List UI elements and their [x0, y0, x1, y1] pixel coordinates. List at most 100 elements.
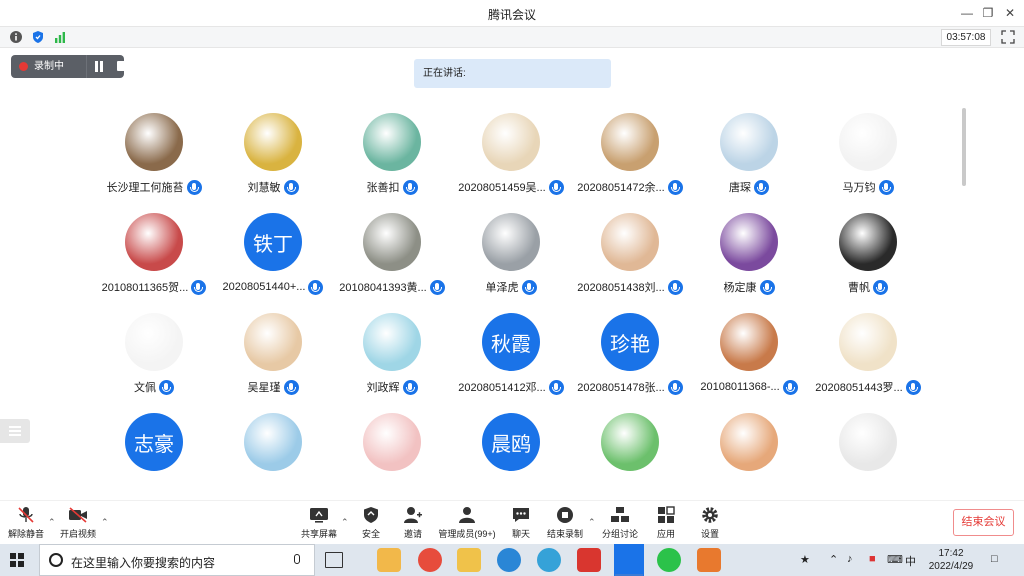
- end-recording-button[interactable]: 结束录制: [545, 506, 585, 542]
- start-video-button[interactable]: 开启视频: [58, 506, 98, 542]
- ppt-icon[interactable]: [697, 548, 721, 572]
- security-button[interactable]: 安全: [356, 506, 386, 542]
- participant-tile[interactable]: 秋霞 20208051412邓...: [451, 313, 571, 408]
- apps-button[interactable]: 应用: [651, 506, 681, 542]
- participant-tile[interactable]: 晨鸥: [451, 413, 571, 500]
- avatar: 铁丁: [244, 213, 302, 271]
- taskbar-search-box[interactable]: 在这里输入你要搜索的内容: [39, 544, 315, 576]
- tencent-meeting-taskbar-icon[interactable]: [614, 544, 644, 576]
- participant-name: 张善扣: [366, 182, 400, 194]
- chat-button[interactable]: 聊天: [506, 506, 536, 542]
- shield-icon[interactable]: [31, 30, 45, 44]
- windows-start-button[interactable]: [10, 553, 24, 567]
- participant-tile[interactable]: 杨定康: [689, 213, 809, 308]
- participant-tile[interactable]: [689, 413, 809, 500]
- participant-gallery: 录制中 正在讲话: 长沙理工何施苔 刘慧敏 张善扣 20208051459吴... 20…: [0, 48, 1024, 500]
- camera-off-icon: [69, 507, 87, 523]
- security-shield-icon: [364, 507, 378, 523]
- recording-label: 录制中: [34, 61, 64, 72]
- participant-tile[interactable]: 单泽虎: [451, 213, 571, 308]
- gallery-scrollbar[interactable]: [962, 108, 966, 186]
- avatar: 秋霞: [482, 313, 540, 371]
- participant-tile[interactable]: 珍艳 20208051478张...: [570, 313, 690, 408]
- windows-taskbar: 在这里输入你要搜索的内容 ★ ⌃ ♪ ■ ⌨ 中 17:42 2022/4/29…: [0, 544, 1024, 576]
- stop-recording-button[interactable]: [117, 61, 127, 71]
- participant-tile[interactable]: 马万钧: [808, 113, 928, 208]
- participant-tile[interactable]: 20108011365贺...: [94, 213, 214, 308]
- ime-indicator[interactable]: 中: [905, 553, 916, 569]
- settings-button[interactable]: 设置: [695, 506, 725, 542]
- participant-tile[interactable]: 刘慧敏: [213, 113, 333, 208]
- task-view-icon[interactable]: [325, 552, 343, 568]
- participant-name: 单泽虎: [485, 282, 519, 294]
- share-screen-icon: [310, 508, 328, 523]
- voice-search-mic-icon[interactable]: [294, 554, 300, 564]
- breakout-button[interactable]: 分组讨论: [600, 506, 640, 542]
- photo-app-icon[interactable]: [457, 548, 481, 572]
- end-meeting-button[interactable]: 结束会议: [953, 509, 1014, 536]
- avatar: [244, 113, 302, 171]
- participant-tile[interactable]: [808, 413, 928, 500]
- participant-tile[interactable]: 吴星瑾: [213, 313, 333, 408]
- share-screen-button[interactable]: 共享屏幕: [300, 506, 338, 542]
- participant-tile[interactable]: 20208051443罗...: [808, 313, 928, 408]
- participant-tile[interactable]: 文佩: [94, 313, 214, 408]
- app-tray-icon[interactable]: ■: [869, 553, 876, 565]
- avatar: [720, 213, 778, 271]
- share-options-chevron-icon[interactable]: ⌃: [341, 517, 349, 528]
- file-explorer-icon[interactable]: [377, 548, 401, 572]
- invite-button[interactable]: 邀请: [398, 506, 428, 542]
- avatar: [363, 113, 421, 171]
- people-icon[interactable]: ★: [800, 553, 810, 566]
- participant-tile[interactable]: [332, 413, 452, 500]
- mic-icon: [759, 279, 775, 295]
- wps-icon[interactable]: [577, 548, 601, 572]
- info-icon[interactable]: [9, 30, 23, 44]
- mic-icon: [283, 179, 299, 195]
- pause-recording-button[interactable]: [93, 61, 104, 72]
- clock-time: 17:42: [938, 548, 964, 559]
- keyboard-icon[interactable]: ⌨: [887, 553, 903, 566]
- participant-tile[interactable]: 长沙理工何施苔: [94, 113, 214, 208]
- participant-tile[interactable]: 20208051438刘...: [570, 213, 690, 308]
- participant-tile[interactable]: 20108011368-...: [689, 313, 809, 408]
- chrome-icon[interactable]: [418, 548, 442, 572]
- notification-icon[interactable]: □: [991, 553, 998, 565]
- participant-tile[interactable]: 张善扣: [332, 113, 452, 208]
- participant-tile[interactable]: 唐琛: [689, 113, 809, 208]
- system-clock[interactable]: 17:42 2022/4/29: [922, 547, 980, 573]
- participant-name: 刘政辉: [366, 382, 400, 394]
- settings-label: 设置: [700, 529, 719, 539]
- participant-name-row: 曹帆: [798, 279, 938, 295]
- video-options-chevron-icon[interactable]: ⌃: [101, 517, 109, 528]
- wechat-icon[interactable]: [657, 548, 681, 572]
- participant-name: 20208051472余...: [577, 182, 665, 194]
- participant-tile[interactable]: [570, 413, 690, 500]
- audio-options-chevron-icon[interactable]: ⌃: [48, 517, 56, 528]
- manage-members-button[interactable]: 管理成员(99+): [437, 506, 497, 542]
- participant-tile[interactable]: 志豪: [94, 413, 214, 500]
- avatar: [720, 113, 778, 171]
- participant-tile[interactable]: 20208051472余...: [570, 113, 690, 208]
- participant-list-toggle-button[interactable]: [0, 419, 30, 443]
- signal-icon[interactable]: [53, 30, 67, 44]
- avatar: [720, 313, 778, 371]
- avatar: [125, 313, 183, 371]
- minimize-button[interactable]: —: [958, 4, 976, 22]
- mic-icon: [521, 279, 537, 295]
- fullscreen-icon[interactable]: [1001, 30, 1015, 44]
- participant-tile[interactable]: 20108041393黄...: [332, 213, 452, 308]
- edge-icon[interactable]: [497, 548, 521, 572]
- participant-tile[interactable]: 铁丁 20208051440+...: [213, 213, 333, 308]
- unmute-button[interactable]: 解除静音: [6, 506, 46, 542]
- restore-button[interactable]: ❐: [979, 4, 997, 22]
- close-button[interactable]: ✕: [1001, 4, 1019, 22]
- volume-icon[interactable]: ♪: [847, 553, 853, 565]
- browser-icon[interactable]: [537, 548, 561, 572]
- participant-tile[interactable]: 刘政辉: [332, 313, 452, 408]
- participant-tile[interactable]: 20208051459吴...: [451, 113, 571, 208]
- recording-options-chevron-icon[interactable]: ⌃: [588, 517, 596, 528]
- participant-tile[interactable]: [213, 413, 333, 500]
- participant-tile[interactable]: 曹帆: [808, 213, 928, 308]
- tray-expand-chevron-icon[interactable]: ⌃: [829, 553, 838, 566]
